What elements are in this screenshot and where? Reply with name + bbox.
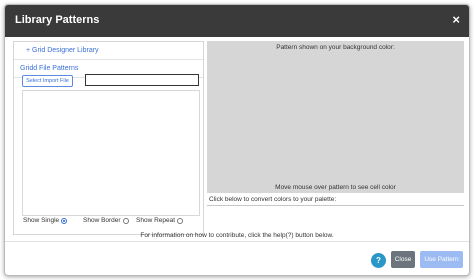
preview-caption: Pattern shown on your background color: bbox=[276, 44, 395, 51]
library-patterns-dialog: Library Patterns × + Grid Designer Libra… bbox=[4, 4, 470, 276]
help-button[interactable]: ? bbox=[371, 253, 386, 268]
grid-designer-library-toggle[interactable]: + Grid Designer Library bbox=[14, 42, 203, 60]
contribute-info: For information on how to contribute, cl… bbox=[140, 232, 334, 239]
dialog-titlebar: Library Patterns × bbox=[5, 5, 469, 37]
use-pattern-button[interactable]: Use Pattern bbox=[420, 251, 463, 268]
pattern-source-panel: + Grid Designer Library Gridd File Patte… bbox=[13, 41, 204, 235]
pattern-list[interactable] bbox=[22, 90, 200, 216]
show-single-option[interactable]: Show Single bbox=[23, 217, 68, 224]
show-single-label: Show Single bbox=[23, 217, 60, 224]
show-single-radio[interactable] bbox=[61, 217, 68, 224]
convert-palette-label: Click below to convert colors to your pa… bbox=[209, 196, 337, 203]
show-repeat-radio[interactable] bbox=[177, 217, 184, 224]
show-repeat-label: Show Repeat bbox=[136, 217, 176, 224]
close-icon[interactable]: × bbox=[452, 13, 460, 26]
show-border-label: Show Border bbox=[83, 217, 121, 224]
footer-divider bbox=[5, 241, 469, 242]
import-file-field[interactable] bbox=[85, 74, 199, 86]
show-border-radio[interactable] bbox=[122, 217, 129, 224]
palette-strip[interactable] bbox=[207, 205, 464, 206]
dialog-title: Library Patterns bbox=[15, 14, 100, 26]
close-button[interactable]: Close bbox=[391, 251, 415, 268]
select-import-file-button[interactable]: Select Import File bbox=[22, 75, 73, 87]
preview-hint: Move mouse over pattern to see cell colo… bbox=[275, 184, 396, 191]
pattern-preview[interactable]: Pattern shown on your background color: … bbox=[207, 41, 464, 193]
show-border-option[interactable]: Show Border bbox=[83, 217, 129, 224]
show-repeat-option[interactable]: Show Repeat bbox=[136, 217, 184, 224]
